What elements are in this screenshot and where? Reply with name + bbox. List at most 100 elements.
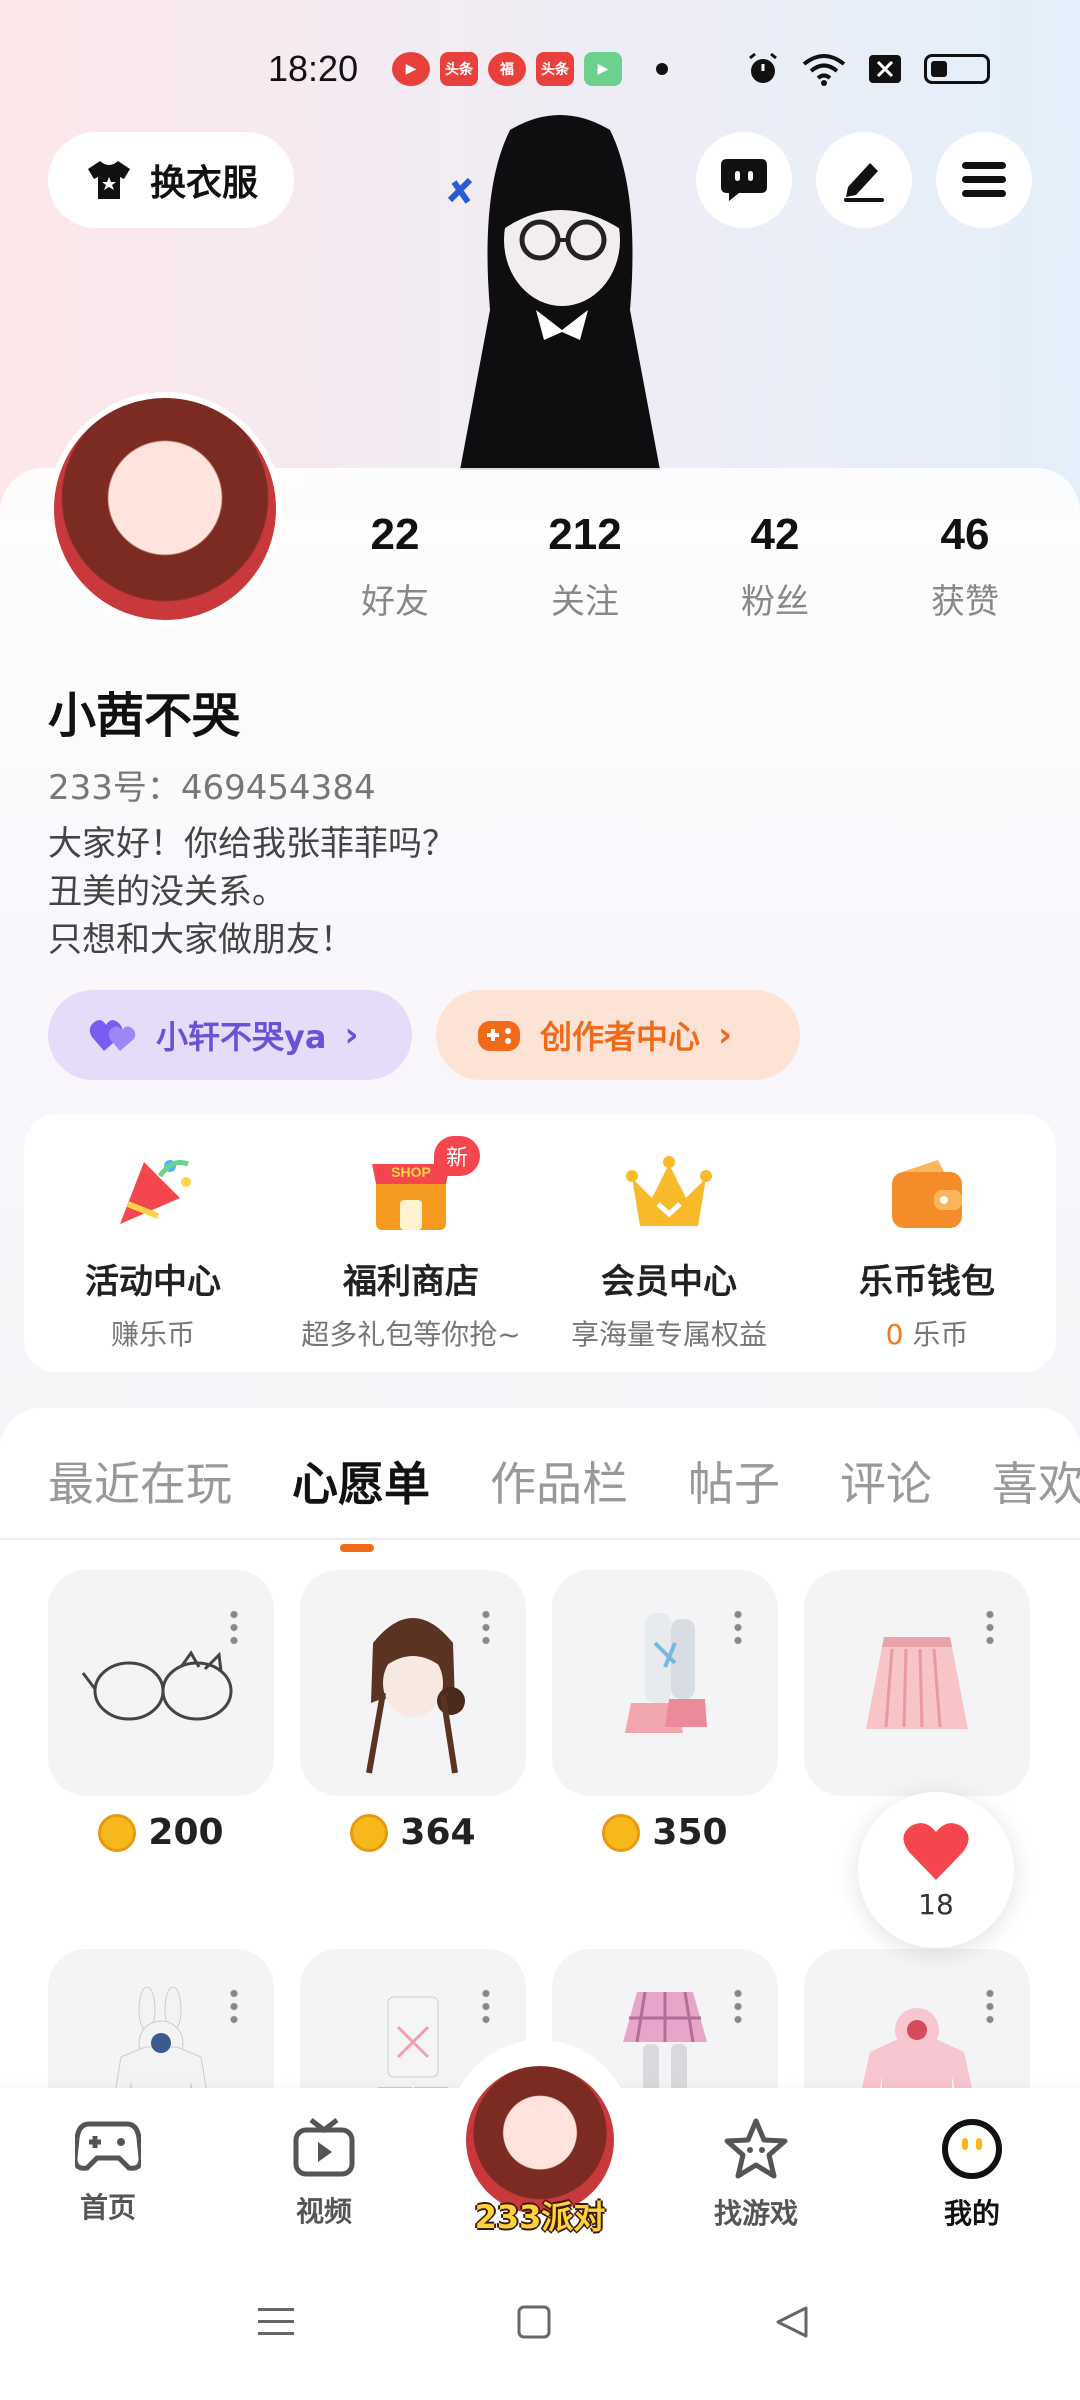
stat-label: 关注 [551,582,619,622]
more-options-icon[interactable] [482,1608,490,1646]
alarm-icon [749,52,777,83]
glasses-icon [81,1650,233,1721]
coin-icon [350,1813,389,1852]
service-vip-center[interactable]: 会员中心 享海量专属权益 [544,1154,794,1372]
battery-icon [924,54,990,84]
stat-friends[interactable]: 22 好友 [300,510,490,623]
stat-value: 22 [370,510,420,559]
more-notifications-dot-icon [656,63,668,75]
wishlist-item[interactable]: 350 [552,1570,778,1853]
gift-app-icon: 福 [488,52,526,86]
nav-video[interactable]: 视频 [254,2118,394,2230]
tshirt-icon [88,161,130,199]
service-welfare-shop[interactable]: 新 SHOP 福利商店 超多礼包等你抢~ [286,1136,536,1372]
more-options-icon[interactable] [734,1987,742,2025]
status-time: 18:20 [268,48,359,89]
service-subtitle: 超多礼包等你抢~ [301,1318,521,1351]
pencil-icon [844,163,884,202]
gamepad-icon [72,2121,144,2171]
profile-stats: 22 好友 212 关注 42 粉丝 46 获赞 [300,510,1060,623]
more-options-icon[interactable] [230,1987,238,2025]
svg-text:SHOP: SHOP [391,1164,431,1180]
nav-mine[interactable]: 我的 [902,2118,1042,2232]
edit-profile-button[interactable] [816,132,912,228]
tab-posts[interactable]: 帖子 [688,1448,780,1514]
price-value: 200 [148,1812,224,1853]
item-thumbnail [300,1570,526,1796]
partner-label: 小轩不哭ya [156,1018,327,1056]
chevron-right-icon: › [718,1015,733,1055]
nav-find-games[interactable]: 找游戏 [686,2118,826,2232]
more-options-icon[interactable] [986,1608,994,1646]
creator-center-button[interactable]: 创作者中心 › [436,990,800,1080]
service-wallet[interactable]: 乐币钱包 0 乐币 [802,1154,1052,1372]
stat-label: 获赞 [931,582,999,622]
wallet-icon [892,1160,962,1228]
nav-home[interactable]: 首页 [38,2118,178,2226]
nav-label: 我的 [943,2197,1000,2230]
menu-button[interactable] [936,132,1032,228]
stat-likes[interactable]: 46 获赞 [870,510,1060,623]
bio-line: 只想和大家做朋友！ [48,920,354,960]
nav-party-label[interactable]: 233派对 [452,2192,628,2238]
stat-value: 212 [548,510,622,559]
wifi-icon [802,54,846,86]
tab-wishlist[interactable]: 心愿单 [292,1448,430,1552]
tv-icon [293,2118,355,2177]
wishlist-item[interactable]: 200 [48,1570,274,1853]
stat-following[interactable]: 212 关注 [490,510,680,623]
content-panel: 最近在玩 心愿单 作品栏 帖子 评论 喜欢 200 364 350 [0,1408,1080,2175]
recents-menu-icon[interactable] [256,2304,296,2340]
service-subtitle: 0 乐币 [802,1313,1052,1353]
tab-comments[interactable]: 评论 [840,1448,932,1514]
item-thumbnail [48,1570,274,1796]
creator-label: 创作者中心 [540,1018,701,1056]
more-options-icon[interactable] [986,1987,994,2025]
tab-works[interactable]: 作品栏 [490,1448,628,1514]
avatar[interactable] [48,392,282,626]
stat-label: 粉丝 [741,582,809,622]
service-title: 会员中心 [601,1262,737,1302]
hair-icon [366,1618,465,1774]
item-price: 200 [48,1812,274,1853]
party-popper-icon [120,1160,191,1224]
stat-fans[interactable]: 42 粉丝 [680,510,870,623]
more-options-icon[interactable] [482,1987,490,2025]
profile-tabs: 最近在玩 心愿单 作品栏 帖子 评论 喜欢 [48,1448,1080,1552]
change-outfit-label: 换衣服 [150,163,259,204]
skirt-icon [866,1637,968,1729]
user-id: 233号：469454384 [48,768,376,808]
like-count: 18 [918,1887,954,1921]
tabs-divider [0,1538,1080,1540]
service-title: 福利商店 [343,1262,479,1302]
partner-link-button[interactable]: 小轩不哭ya › [48,990,412,1080]
like-button[interactable]: 18 [858,1792,1014,1948]
service-activity-center[interactable]: 活动中心 赚乐币 [28,1154,278,1372]
back-triangle-icon[interactable] [774,2304,810,2340]
system-icons [746,52,990,86]
item-price: 350 [552,1812,778,1853]
service-subtitle: 赚乐币 [110,1318,195,1351]
nickname: 小茜不哭 [48,688,241,744]
wishlist-item[interactable]: 364 [300,1570,526,1853]
nav-label: 首页 [79,2191,136,2224]
gamepad-plus-icon [478,1021,520,1051]
home-square-icon[interactable] [516,2304,552,2340]
heart-icon [903,1822,969,1880]
bio-line: 大家好！你给我张菲菲吗？ [48,824,456,864]
more-options-icon[interactable] [734,1608,742,1646]
face-icon [942,2119,1002,2179]
coin-icon [602,1813,641,1852]
bio: 大家好！你给我张菲菲吗？ 丑美的没关系。 只想和大家做朋友！ [48,820,456,964]
coin-icon [98,1813,137,1852]
stat-value: 42 [750,510,800,559]
item-price: 364 [300,1812,526,1853]
more-options-icon[interactable] [230,1608,238,1646]
tab-likes[interactable]: 喜欢 [992,1448,1080,1514]
tab-recently-played[interactable]: 最近在玩 [48,1448,232,1514]
change-outfit-button[interactable]: 换衣服 [48,132,294,228]
service-title: 乐币钱包 [859,1262,995,1302]
stat-value: 46 [940,510,990,559]
video-app-icon: ▶ [392,52,430,86]
stat-label: 好友 [361,582,429,622]
